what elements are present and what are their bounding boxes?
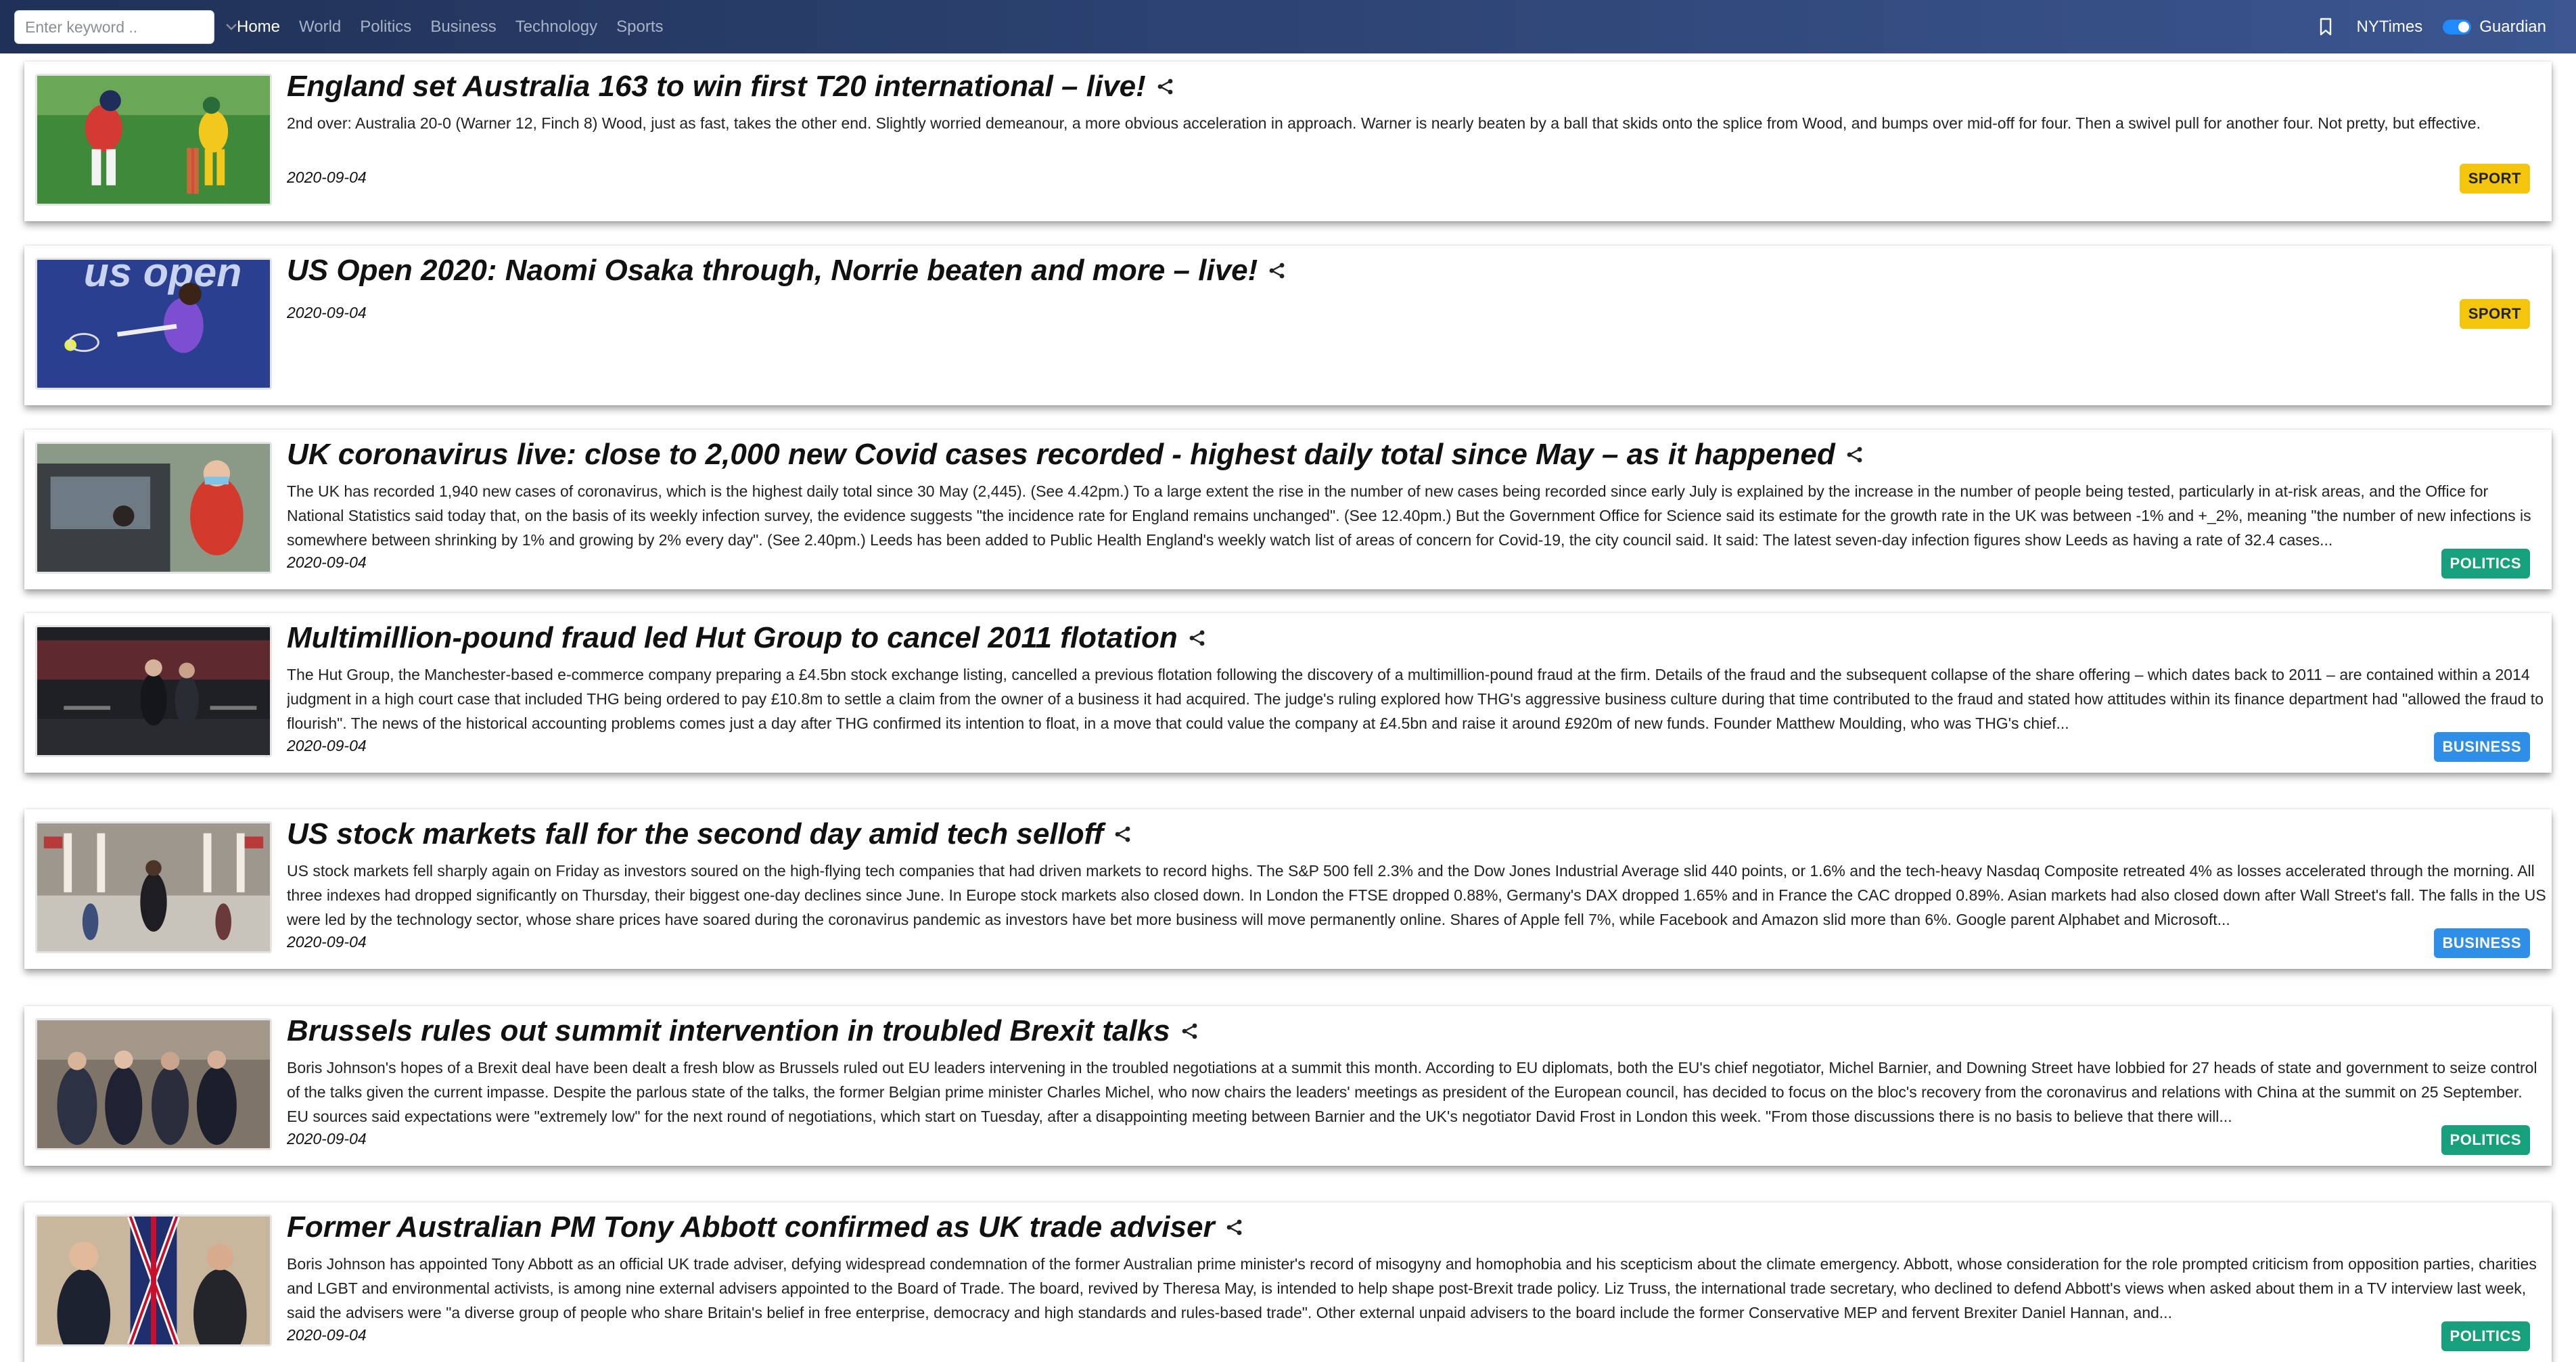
search-dropdown-toggle[interactable] [225,11,237,43]
article-description: The UK has recorded 1,940 new cases of c… [287,482,2531,549]
article-thumbnail[interactable] [35,1018,272,1150]
source-switcher: NYTimes Guardian [2318,0,2546,53]
article-description: Boris Johnson has appointed Tony Abbott … [287,1255,2537,1321]
article-date: 2020-09-04 [287,553,367,571]
section-badge: BUSINESS [2433,732,2530,762]
bookmark-button[interactable] [2318,18,2333,37]
article-title[interactable]: Brussels rules out summit intervention i… [287,1014,1199,1048]
article-thumbnail[interactable]: us open [35,258,272,390]
top-navbar: Home World Politics Business Technology … [0,0,2576,53]
article-title[interactable]: Former Australian PM Tony Abbott confirm… [287,1210,1243,1244]
article-card[interactable]: England set Australia 163 to win first T… [24,62,2552,221]
share-icon[interactable] [1157,78,1174,95]
article-card[interactable]: US stock markets fall for the second day… [24,809,2552,969]
article-title[interactable]: England set Australia 163 to win first T… [287,70,1174,104]
article-date: 2020-09-04 [287,933,367,951]
article-title[interactable]: US Open 2020: Naomi Osaka through, Norri… [287,254,1286,288]
section-badge: SPORT [2459,299,2530,329]
section-nav: Home World Politics Business Technology … [237,0,683,53]
share-icon[interactable] [1114,825,1132,843]
article-date: 2020-09-04 [287,1326,367,1344]
article-title[interactable]: Multimillion-pound fraud led Hut Group t… [287,621,1206,655]
article-title-text[interactable]: US Open 2020: Naomi Osaka through, Norri… [287,254,1258,288]
article-title-text[interactable]: England set Australia 163 to win first T… [287,70,1146,104]
chevron-down-icon [226,24,237,30]
search-input[interactable] [15,11,225,43]
article-card[interactable]: us open US Open 2020: Naomi Osaka throug… [24,246,2552,405]
article-thumbnail[interactable] [35,821,272,953]
article-card[interactable]: Former Australian PM Tony Abbott confirm… [24,1202,2552,1362]
toggle-knob [2458,21,2470,32]
article-date: 2020-09-04 [287,168,367,186]
section-badge: POLITICS [2441,1125,2530,1155]
section-badge: SPORT [2459,164,2530,194]
article-description: Boris Johnson's hopes of a Brexit deal h… [287,1059,2537,1125]
source-nytimes-label: NYTimes [2356,17,2423,36]
article-title-text[interactable]: US stock markets fall for the second day… [287,817,1103,851]
article-description: 2nd over: Australia 20-0 (Warner 12, Fin… [287,114,2481,132]
share-icon[interactable] [1189,629,1206,647]
nav-politics[interactable]: Politics [360,18,411,37]
share-icon[interactable] [1846,446,1864,463]
article-description: The Hut Group, the Manchester-based e-co… [287,666,2544,732]
article-title-text[interactable]: Multimillion-pound fraud led Hut Group t… [287,621,1178,655]
nav-technology[interactable]: Technology [515,18,597,37]
article-date: 2020-09-04 [287,1130,367,1148]
nav-home[interactable]: Home [237,18,280,37]
article-title-text[interactable]: Former Australian PM Tony Abbott confirm… [287,1210,1215,1244]
section-badge: POLITICS [2441,1321,2530,1351]
article-title[interactable]: US stock markets fall for the second day… [287,817,1132,851]
article-thumbnail[interactable] [35,442,272,574]
nav-world[interactable]: World [299,18,341,37]
article-thumbnail[interactable] [35,1215,272,1346]
nav-sports[interactable]: Sports [616,18,663,37]
article-date: 2020-09-04 [287,737,367,754]
article-title-text[interactable]: Brussels rules out summit intervention i… [287,1014,1170,1048]
article-title[interactable]: UK coronavirus live: close to 2,000 new … [287,438,1864,472]
section-badge: POLITICS [2441,549,2530,578]
article-thumbnail[interactable] [35,74,272,206]
nav-business[interactable]: Business [430,18,496,37]
share-icon[interactable] [1226,1219,1243,1236]
article-card[interactable]: UK coronavirus live: close to 2,000 new … [24,430,2552,589]
keyword-search[interactable] [14,10,237,44]
article-card[interactable]: Multimillion-pound fraud led Hut Group t… [24,613,2552,773]
bookmark-icon [2320,18,2332,35]
article-thumbnail[interactable] [35,625,272,757]
article-title-text[interactable]: UK coronavirus live: close to 2,000 new … [287,438,1835,472]
share-icon[interactable] [1268,262,1286,279]
article-date: 2020-09-04 [287,304,367,321]
source-guardian-label: Guardian [2479,17,2546,36]
section-badge: BUSINESS [2433,928,2530,958]
article-card[interactable]: Brussels rules out summit intervention i… [24,1006,2552,1166]
source-toggle[interactable] [2443,19,2472,35]
share-icon[interactable] [1181,1022,1199,1040]
article-description: US stock markets fell sharply again on F… [287,862,2546,928]
svg-text:us open: us open [84,260,242,295]
